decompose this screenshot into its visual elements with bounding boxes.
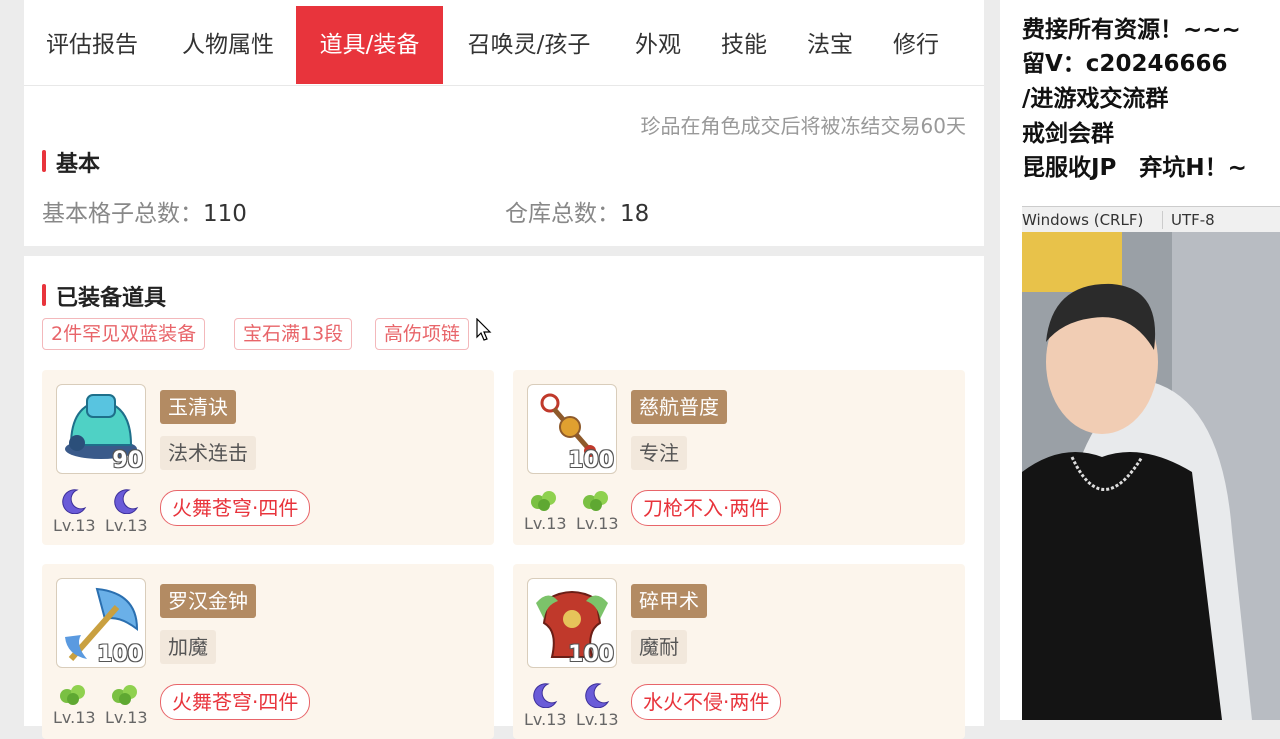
item-name: 慈航普度 xyxy=(631,390,727,424)
tab-cultivation[interactable]: 修行 xyxy=(873,6,959,84)
item-effect: 魔耐 xyxy=(631,630,687,664)
storage-stat: 仓库总数：18 xyxy=(505,194,649,228)
tab-bar: 评估报告 人物属性 道具/装备 召唤灵/孩子 外观 技能 法宝 修行 xyxy=(24,0,984,86)
item-name: 碎甲术 xyxy=(631,584,707,618)
gem-slot: Lv.13 xyxy=(576,682,619,729)
storage-label: 仓库总数： xyxy=(505,201,620,227)
item-effect: 专注 xyxy=(631,436,687,470)
overlay-line-4: 戒剑会群 xyxy=(1022,121,1114,147)
tab-evaluation-report[interactable]: 评估报告 xyxy=(24,6,160,84)
set-bonus-badge: 水火不侵·两件 xyxy=(631,684,782,720)
slots-value: 110 xyxy=(203,201,247,227)
editor-status-bar: Windows (CRLF) UTF-8 xyxy=(1022,206,1280,233)
slots-stat: 基本格子总数：110 xyxy=(42,194,247,228)
gem-slot: Lv.13 xyxy=(105,682,148,727)
item-effect: 法术连击 xyxy=(160,436,256,470)
equipment-card[interactable]: 100 慈航普度 专注 Lv.13 Lv.13 刀枪不入·两件 xyxy=(513,370,965,545)
tab-treasures[interactable]: 法宝 xyxy=(787,6,873,84)
slots-label: 基本格子总数： xyxy=(42,201,203,227)
set-bonus-badge: 火舞苍穹·四件 xyxy=(160,490,311,526)
moon-gem-icon xyxy=(114,489,139,514)
gem-slot: Lv.13 xyxy=(53,682,96,727)
leaf-gem-icon xyxy=(60,685,85,705)
equipment-card[interactable]: 100 碎甲术 魔耐 Lv.13 Lv.13 水火不侵·两件 xyxy=(513,564,965,739)
gem-level: Lv.13 xyxy=(105,516,148,535)
leaf-gem-icon xyxy=(112,685,137,705)
overlay-line-2: 留V：c20246666 xyxy=(1022,51,1228,77)
item-level: 100 xyxy=(568,642,614,667)
tag-rare-double-blue: 2件罕见双蓝装备 xyxy=(42,318,206,350)
line-ending-status[interactable]: Windows (CRLF) xyxy=(1022,211,1143,229)
encoding-status[interactable]: UTF-8 xyxy=(1162,211,1215,229)
item-name: 罗汉金钟 xyxy=(160,584,256,618)
gem-slot: Lv.13 xyxy=(53,488,96,535)
overlay-line-5: 昆服收JP 弃坑H！~ xyxy=(1022,155,1247,181)
gem-slot: Lv.13 xyxy=(524,488,567,533)
leaf-gem-icon xyxy=(583,491,608,511)
basic-section: 珍品在角色成交后将被冻结交易60天 基本 基本格子总数：110 仓库总数：18 xyxy=(24,86,984,246)
moon-gem-icon xyxy=(533,683,558,708)
item-name: 玉清诀 xyxy=(160,390,236,424)
tag-high-damage-necklace: 高伤项链 xyxy=(375,318,470,350)
equipped-title: 已装备道具 xyxy=(42,280,166,312)
necklace-icon: 100 xyxy=(527,384,617,474)
freeze-notice: 珍品在角色成交后将被冻结交易60天 xyxy=(640,114,966,138)
equipped-section: 已装备道具 2件罕见双蓝装备 宝石满13段 高伤项链 90 玉清诀 法术连击 L… xyxy=(24,256,984,739)
webcam-feed xyxy=(1022,232,1280,720)
axe-weapon-icon: 100 xyxy=(56,578,146,668)
moon-gem-icon xyxy=(62,489,87,514)
tab-character-attributes[interactable]: 人物属性 xyxy=(160,6,296,84)
basic-title: 基本 xyxy=(42,146,100,178)
set-bonus-badge: 火舞苍穹·四件 xyxy=(160,684,311,720)
item-level: 100 xyxy=(97,642,143,667)
gem-slot: Lv.13 xyxy=(524,682,567,729)
tab-appearance[interactable]: 外观 xyxy=(615,6,701,84)
gem-level: Lv.13 xyxy=(576,514,619,533)
gem-level: Lv.13 xyxy=(53,708,96,727)
set-bonus-badge: 刀枪不入·两件 xyxy=(631,490,782,526)
tag-gems-maxed: 宝石满13段 xyxy=(234,318,353,350)
storage-value: 18 xyxy=(620,201,650,227)
gem-level: Lv.13 xyxy=(105,708,148,727)
equipment-card[interactable]: 90 玉清诀 法术连击 Lv.13 Lv.13 火舞苍穹·四件 xyxy=(42,370,494,545)
gem-level: Lv.13 xyxy=(53,516,96,535)
gem-slot: Lv.13 xyxy=(576,488,619,533)
item-level: 100 xyxy=(568,448,614,473)
item-effect: 加魔 xyxy=(160,630,216,664)
gem-level: Lv.13 xyxy=(524,514,567,533)
moon-gem-icon xyxy=(585,683,610,708)
overlay-line-3: /进游戏交流群 xyxy=(1022,86,1169,112)
tab-summons-children[interactable]: 召唤灵/孩子 xyxy=(443,6,615,84)
helmet-icon: 90 xyxy=(56,384,146,474)
tab-skills[interactable]: 技能 xyxy=(701,6,787,84)
overlay-line-1: 费接所有资源！~~~ xyxy=(1022,17,1241,43)
armor-icon: 100 xyxy=(527,578,617,668)
equipment-card[interactable]: 100 罗汉金钟 加魔 Lv.13 Lv.13 火舞苍穹·四件 xyxy=(42,564,494,739)
leaf-gem-icon xyxy=(531,491,556,511)
item-level: 90 xyxy=(112,448,143,473)
mouse-cursor-icon xyxy=(476,318,492,341)
tab-items-equipment[interactable]: 道具/装备 xyxy=(296,6,443,84)
gem-slot: Lv.13 xyxy=(105,488,148,535)
